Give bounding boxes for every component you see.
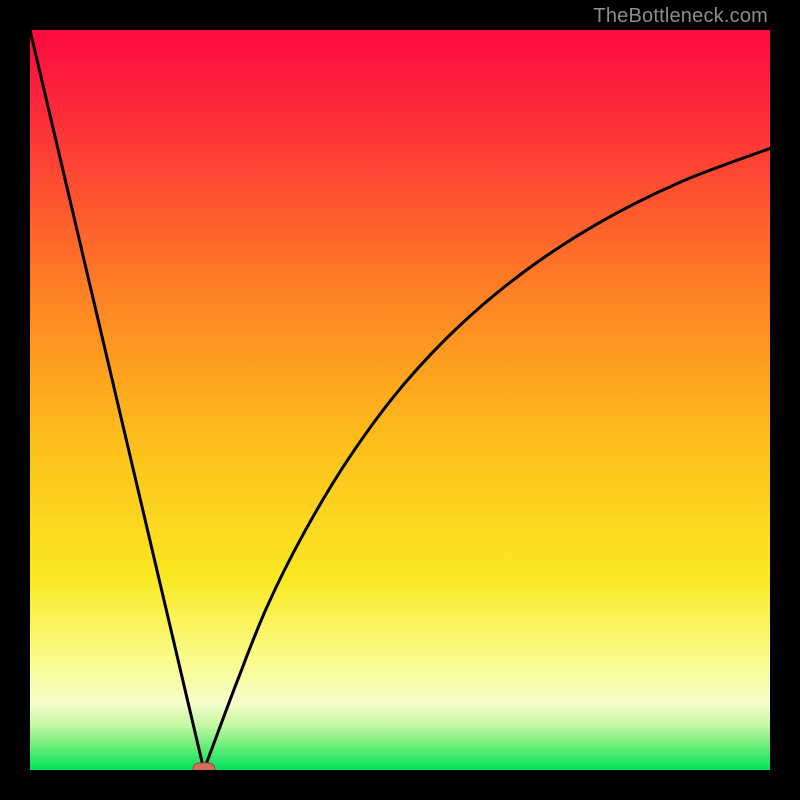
chart-frame bbox=[30, 30, 770, 770]
gradient-background bbox=[30, 30, 770, 770]
watermark-text: TheBottleneck.com bbox=[593, 5, 768, 28]
bottleneck-chart bbox=[30, 30, 770, 770]
minimum-marker bbox=[193, 763, 215, 770]
